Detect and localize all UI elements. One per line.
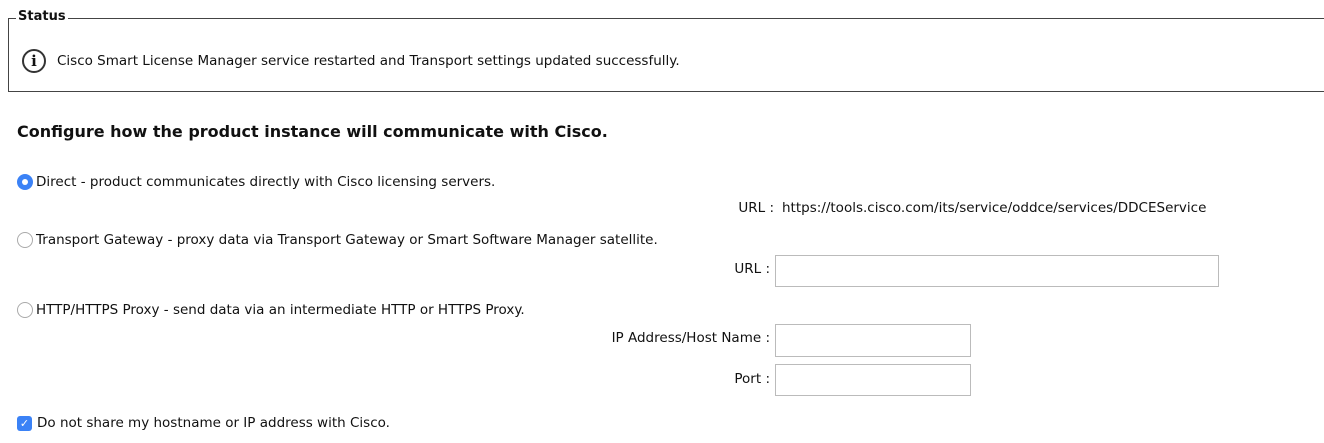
status-legend: Status [16, 8, 68, 26]
http-proxy-radio[interactable] [17, 302, 33, 318]
direct-radio[interactable] [17, 174, 33, 190]
proxy-port-input[interactable] [775, 364, 971, 396]
privacy-checkbox-label: Do not share my hostname or IP address w… [37, 415, 390, 431]
direct-label: Direct - product communicates directly w… [36, 174, 496, 190]
proxy-host-label: IP Address/Host Name : [611, 330, 770, 346]
transport-gateway-label: Transport Gateway - proxy data via Trans… [36, 232, 658, 248]
option-transport-gateway[interactable]: Transport Gateway - proxy data via Trans… [17, 231, 658, 249]
option-direct[interactable]: Direct - product communicates directly w… [17, 173, 495, 191]
status-message: Cisco Smart License Manager service rest… [57, 53, 680, 69]
proxy-port-label: Port : [734, 371, 770, 387]
section-title: Configure how the product instance will … [17, 122, 608, 141]
privacy-option[interactable]: ✓ Do not share my hostname or IP address… [17, 414, 390, 432]
direct-url-label: URL : [738, 200, 774, 216]
gateway-url-label: URL : [734, 261, 770, 277]
direct-url-value: https://tools.cisco.com/its/service/oddc… [782, 200, 1207, 216]
proxy-host-input[interactable] [775, 324, 971, 357]
option-http-proxy[interactable]: HTTP/HTTPS Proxy - send data via an inte… [17, 301, 525, 319]
transport-gateway-radio[interactable] [17, 232, 33, 248]
http-proxy-label: HTTP/HTTPS Proxy - send data via an inte… [36, 302, 525, 318]
info-icon: i [22, 49, 46, 73]
privacy-checkbox[interactable]: ✓ [17, 415, 32, 431]
gateway-url-input[interactable] [775, 255, 1219, 287]
